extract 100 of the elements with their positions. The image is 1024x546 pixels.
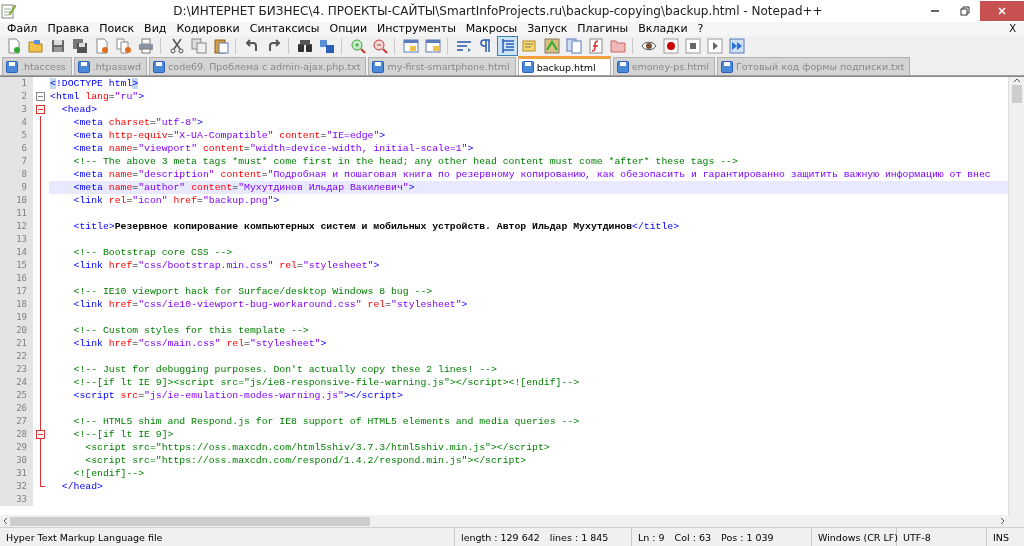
code-line: <meta http-equiv="X-UA-Compatible" content="IE=edge">	[72, 129, 387, 142]
line-number: 28	[0, 428, 33, 441]
scroll-thumb[interactable]	[10, 516, 370, 526]
code-line: <link href="css/ie10-viewport-bug-workaround.css" rel="stylesheet">	[72, 298, 469, 311]
close-document-button[interactable]: X	[1001, 22, 1024, 36]
file-tab[interactable]: backup.html	[517, 56, 611, 75]
play-icon	[706, 38, 723, 54]
line-number: 22	[0, 350, 33, 363]
code-line: <!-- Bootstrap core CSS -->	[72, 246, 234, 259]
line-number: 17	[0, 285, 33, 298]
window-sync-icon	[424, 38, 441, 54]
menu-item[interactable]: Файл	[2, 22, 43, 36]
line-number: 3	[0, 103, 33, 116]
menu-item[interactable]: Синтаксисы	[244, 22, 325, 36]
indent-guide-icon	[499, 38, 516, 54]
line-number: 13	[0, 233, 33, 246]
function-icon	[587, 38, 604, 54]
code-line: <head>	[60, 103, 99, 116]
chevron-up-icon	[1012, 77, 1021, 83]
minimize-icon	[930, 10, 940, 12]
new-file-icon	[5, 38, 22, 54]
window-sync-button[interactable]	[422, 36, 443, 56]
undo-arrow-icon	[243, 38, 260, 54]
map-icon	[543, 38, 560, 54]
fast-forward-button[interactable]	[726, 36, 747, 56]
line-number: 2	[0, 90, 33, 103]
line-number: 6	[0, 142, 33, 155]
code-line: <!-- IE10 viewport hack for Surface/desktop Windows 8 bug -->	[72, 285, 434, 298]
vertical-scrollbar[interactable]	[1008, 77, 1024, 515]
stop-icon	[684, 38, 701, 54]
line-number: 23	[0, 363, 33, 376]
replace-icon	[318, 38, 335, 54]
clipboard-icon	[212, 38, 229, 54]
lines-label: lines : 1 845	[549, 531, 609, 543]
fold-toggle-icon[interactable]	[36, 105, 45, 114]
line-label: Ln : 9	[638, 531, 665, 543]
scroll-thumb[interactable]	[1011, 85, 1022, 103]
menu-item[interactable]: Плагины	[572, 22, 634, 36]
chevron-right-icon	[1000, 517, 1006, 525]
code-line: <!DOCTYPE html>	[49, 77, 140, 90]
menu-item[interactable]: Поиск	[94, 22, 140, 36]
stop-button[interactable]	[682, 36, 703, 56]
line-number: 27	[0, 415, 33, 428]
fast-forward-icon	[728, 38, 745, 54]
code-line: <!--[if lt IE 9]>	[72, 428, 175, 441]
line-number: 1	[0, 77, 33, 90]
line-number: 5	[0, 129, 33, 142]
position-label: Pos : 1 039	[721, 531, 774, 543]
line-number: 31	[0, 467, 33, 480]
line-number: 24	[0, 376, 33, 389]
line-number: 12	[0, 220, 33, 233]
code-line: <!-- Custom styles for this template -->	[72, 324, 310, 337]
code-line: <link href="css/main.css" rel="stylesheet">	[72, 337, 328, 350]
code-line: <!-- HTML5 shim and Respond.js for IE8 support of HTML5 elements and media queries -->	[72, 415, 581, 428]
line-number: 20	[0, 324, 33, 337]
close-button[interactable]	[980, 1, 1024, 21]
zoom-out-icon	[371, 38, 388, 54]
record-icon	[662, 38, 679, 54]
menu-item[interactable]: Запуск	[522, 22, 573, 36]
line-number: 30	[0, 454, 33, 467]
menu-item[interactable]: ?	[692, 22, 709, 36]
line-number: 14	[0, 246, 33, 259]
menu-item[interactable]: Вид	[139, 22, 172, 36]
indent-guide-button[interactable]	[497, 36, 518, 56]
line-number: 29	[0, 441, 33, 454]
record-button[interactable]	[660, 36, 681, 56]
horizontal-scrollbar[interactable]	[0, 515, 1008, 527]
line-number: 10	[0, 194, 33, 207]
line-number: 8	[0, 168, 33, 181]
close-icon	[997, 6, 1007, 16]
window-sync-button[interactable]	[400, 36, 421, 56]
column-label: Col : 63	[674, 531, 712, 543]
pages-icon	[565, 38, 582, 54]
code-line: <meta name="description" content="Подробная и пошаговая книга по резервному копированию, как обезопасить и гарантированно защитить важную информацию от внес	[72, 168, 992, 181]
map-button[interactable]	[541, 36, 562, 56]
window-sync-icon	[402, 38, 419, 54]
code-line: <title>Резервное копирование компьютерных систем и мобильных устройств. Автор Ильдар Мухутдинов</title>	[72, 220, 681, 233]
menu-item[interactable]: Инструменты	[372, 22, 461, 36]
encoding-label: UTF-8	[903, 531, 931, 543]
documents-close-button[interactable]	[113, 36, 134, 56]
line-number: 18	[0, 298, 33, 311]
menu-item[interactable]: Правка	[42, 22, 95, 36]
menu-item[interactable]: Вкладки	[633, 22, 693, 36]
play-button[interactable]	[704, 36, 725, 56]
documents-close-icon	[115, 38, 132, 54]
line-number: 25	[0, 389, 33, 402]
scissors-icon	[168, 38, 185, 54]
line-number: 15	[0, 259, 33, 272]
line-number: 26	[0, 402, 33, 415]
fold-toggle-icon[interactable]	[36, 430, 45, 439]
code-line: <!--[if lt IE 9]><script src="js/ie8-responsive-file-warning.js"></script><![endif]-->	[72, 376, 581, 389]
code-line: <link rel="icon" href="backup.png">	[72, 194, 281, 207]
code-line: <html lang="ru">	[49, 90, 146, 103]
pages-button[interactable]	[563, 36, 584, 56]
menu-item[interactable]: Макросы	[460, 22, 523, 36]
restore-icon	[960, 6, 970, 16]
fold-toggle-icon[interactable]	[36, 92, 45, 101]
line-number: 33	[0, 493, 33, 506]
menu-item[interactable]: Кодировки	[171, 22, 245, 36]
menu-item[interactable]: Опции	[324, 22, 373, 36]
